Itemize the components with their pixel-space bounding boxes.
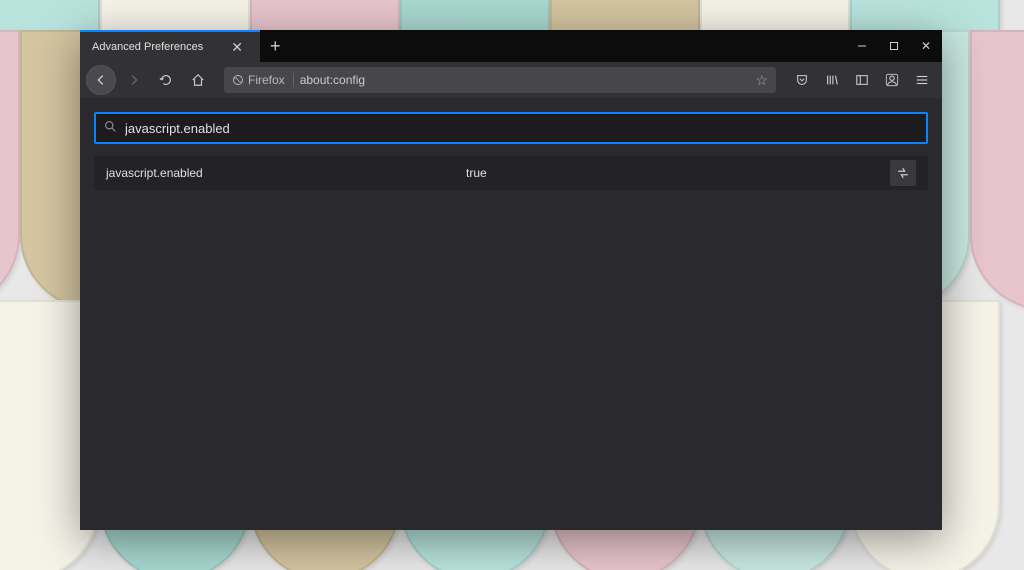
back-button[interactable] (86, 65, 116, 95)
firefox-icon (232, 74, 244, 86)
preference-value: true (466, 166, 890, 180)
maximize-button[interactable] (878, 30, 910, 62)
window-controls: ✕ (846, 30, 942, 62)
library-button[interactable] (818, 66, 846, 94)
close-window-button[interactable]: ✕ (910, 30, 942, 62)
close-icon[interactable]: ✕ (227, 37, 247, 58)
url-bar[interactable]: Firefox about:config ☆ (224, 67, 776, 93)
browser-window: Advanced Preferences ✕ + ✕ (80, 30, 942, 530)
forward-button[interactable] (120, 66, 148, 94)
pocket-button[interactable] (788, 66, 816, 94)
search-icon (104, 120, 117, 136)
menu-button[interactable] (908, 66, 936, 94)
about-config-page: javascript.enabled true (80, 98, 942, 530)
sidebar-button[interactable] (848, 66, 876, 94)
toggle-button[interactable] (890, 160, 916, 186)
navigation-bar: Firefox about:config ☆ (80, 62, 942, 98)
preference-name: javascript.enabled (106, 166, 466, 180)
search-input[interactable] (125, 121, 918, 136)
identity-box[interactable]: Firefox (232, 73, 294, 87)
bookmark-star-icon[interactable]: ☆ (755, 72, 768, 89)
identity-label: Firefox (248, 73, 285, 87)
preference-row[interactable]: javascript.enabled true (94, 156, 928, 190)
tab-active[interactable]: Advanced Preferences ✕ (80, 30, 260, 62)
preference-search[interactable] (94, 112, 928, 144)
account-button[interactable] (878, 66, 906, 94)
home-button[interactable] (184, 66, 212, 94)
url-text: about:config (300, 73, 365, 87)
tab-title: Advanced Preferences (92, 41, 203, 53)
reload-button[interactable] (152, 66, 180, 94)
new-tab-button[interactable]: + (260, 36, 291, 57)
toggle-icon (896, 166, 910, 180)
tab-bar: Advanced Preferences ✕ + ✕ (80, 30, 942, 62)
minimize-button[interactable] (846, 30, 878, 62)
